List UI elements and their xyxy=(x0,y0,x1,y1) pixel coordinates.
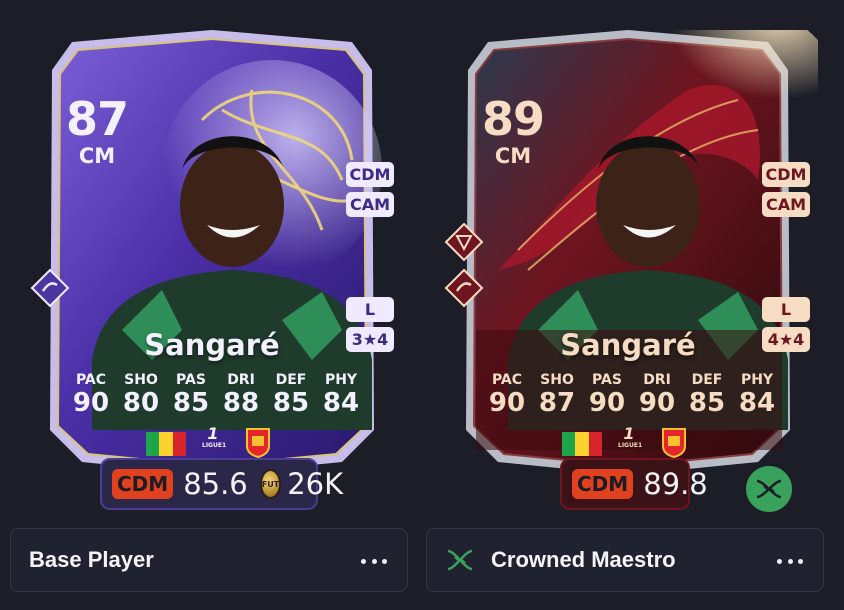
version-label: Crowned Maestro xyxy=(491,547,676,572)
version-selector-evolution[interactable]: Crowned Maestro xyxy=(426,528,824,592)
nation-flag-icon xyxy=(562,432,602,456)
alt-position-badge: CAM xyxy=(346,192,394,217)
more-dots-icon[interactable] xyxy=(777,551,803,571)
club-crest-icon xyxy=(246,428,270,459)
version-selector-base[interactable]: Base Player xyxy=(10,528,408,592)
stat-phy: PHY 84 xyxy=(738,372,776,418)
price-rating: 85.6 xyxy=(183,467,248,501)
stat-pas: PAS 85 xyxy=(172,372,210,418)
player-card-evolution[interactable]: 89 CM CDM CAM L 4★4 Sangaré PAC 90 SHO 87 … xyxy=(438,30,818,514)
playstyle-icon xyxy=(444,268,484,308)
player-card-base[interactable]: 87 CM CDM CAM L 3★4 Sangaré PAC 90 SHO 80 … xyxy=(22,30,402,475)
crowned-maestro-column: 89 CM CDM CAM L 4★4 Sangaré PAC 90 SHO 87 … xyxy=(438,0,818,520)
stat-pas: PAS 90 xyxy=(588,372,626,418)
playstyle-icon xyxy=(30,268,70,308)
player-name: Sangaré xyxy=(144,328,280,362)
price-position-badge: CDM xyxy=(112,469,174,499)
price-panel: CDM 85.6 FUT 26K xyxy=(100,458,343,510)
club-crest-icon xyxy=(662,428,686,459)
version-label: Base Player xyxy=(29,547,154,572)
alt-position-badge: CDM xyxy=(346,162,394,187)
league-logo-icon: 1 LIGUE1 xyxy=(202,424,227,450)
alt-position-badge: CAM xyxy=(762,192,810,217)
nation-flag-icon xyxy=(146,432,186,456)
card-position: CM xyxy=(494,144,532,168)
preferred-foot-badge: L xyxy=(762,297,810,322)
more-dots-icon[interactable] xyxy=(361,551,387,571)
alt-position-badge: CDM xyxy=(762,162,810,187)
card-rating: 87 xyxy=(65,92,129,146)
stat-dri: DRI 88 xyxy=(222,372,260,418)
price-value: 26K xyxy=(287,467,344,501)
price-position-badge: CDM xyxy=(572,469,634,499)
playstyle-plus-icon xyxy=(444,222,484,262)
league-logo-icon: 1 LIGUE1 xyxy=(618,424,643,450)
evolution-dna-icon[interactable] xyxy=(744,464,794,514)
price-rating: 89.8 xyxy=(643,467,708,501)
dna-icon xyxy=(447,549,473,571)
stat-row: PAC 90 SHO 87 PAS 90 DRI 90 DEF 85 PHY 84 xyxy=(482,372,782,418)
stat-pac: PAC 90 xyxy=(488,372,526,418)
preferred-foot-badge: L xyxy=(346,297,394,322)
stat-def: DEF 85 xyxy=(272,372,310,418)
card-position: CM xyxy=(78,144,116,168)
coin-icon: FUT xyxy=(259,469,282,499)
stat-def: DEF 85 xyxy=(688,372,726,418)
stat-pac: PAC 90 xyxy=(72,372,110,418)
price-panel: CDM 89.8 xyxy=(560,458,708,510)
stat-sho: SHO 80 xyxy=(122,372,160,418)
base-player-column: 87 CM CDM CAM L 3★4 Sangaré PAC 90 SHO 80 … xyxy=(22,0,402,520)
stat-row: PAC 90 SHO 80 PAS 85 DRI 88 DEF 85 PHY 84 xyxy=(66,372,366,418)
player-name: Sangaré xyxy=(560,328,696,362)
stat-dri: DRI 90 xyxy=(638,372,676,418)
card-rating: 89 xyxy=(481,92,545,146)
stat-sho: SHO 87 xyxy=(538,372,576,418)
stat-phy: PHY 84 xyxy=(322,372,360,418)
